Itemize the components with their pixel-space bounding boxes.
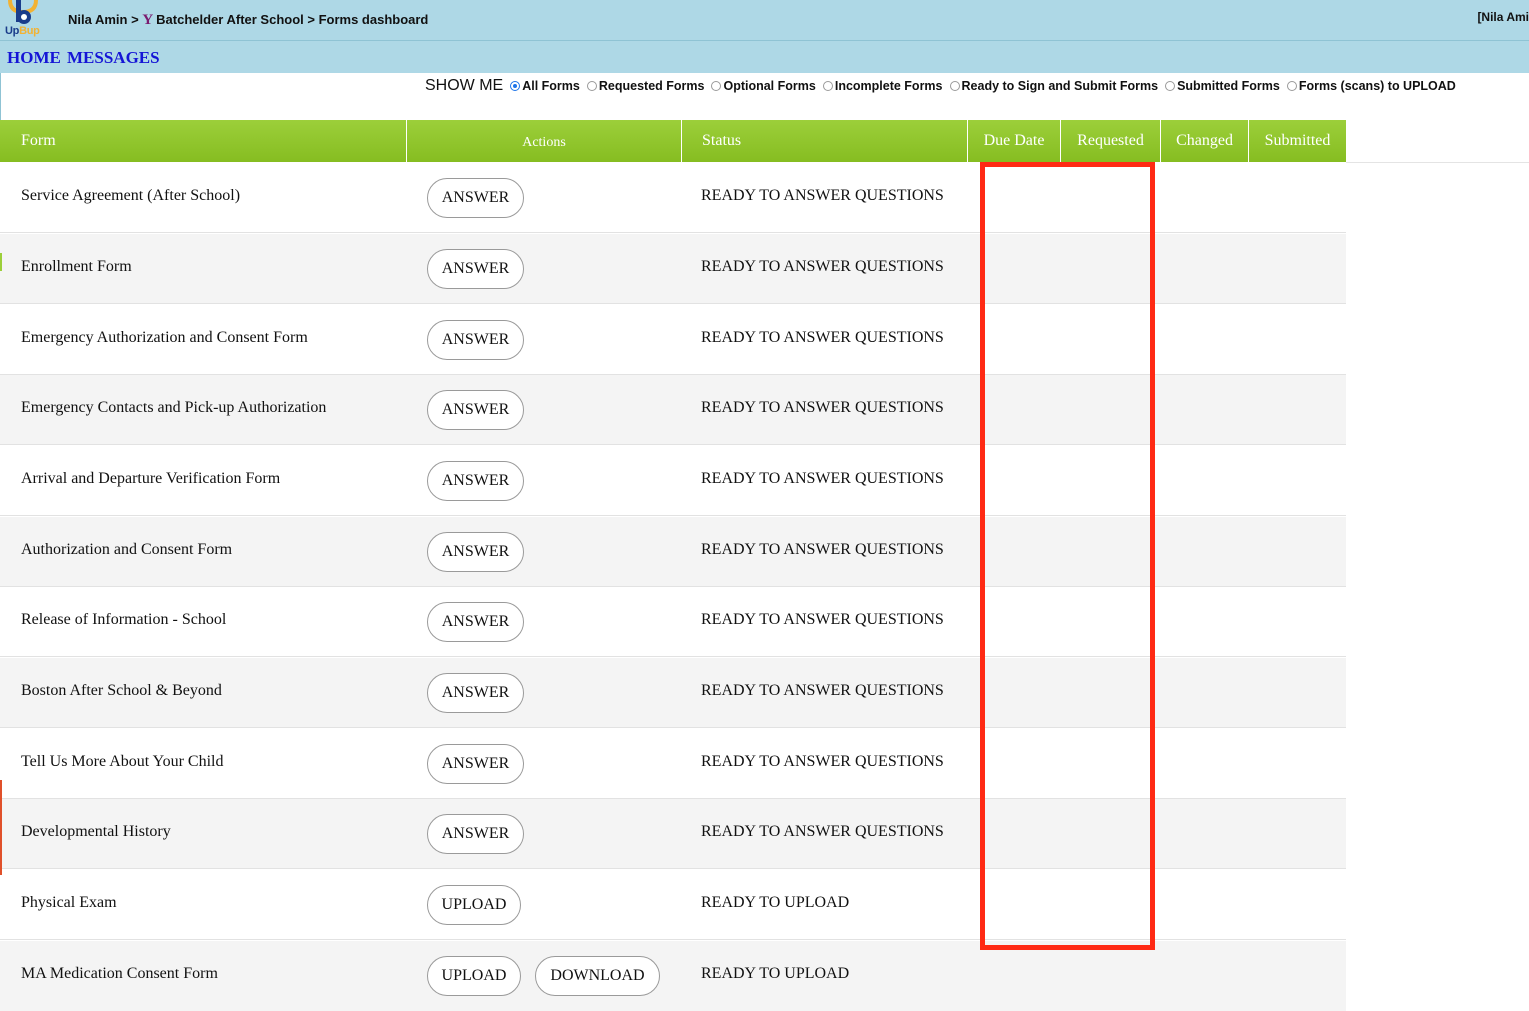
col-header-requested[interactable]: Requested [1060,120,1160,162]
col-header-actions: Actions [406,120,681,162]
download-button[interactable]: DOWNLOAD [535,956,660,996]
user-account-tag[interactable]: [Nila Ami [1477,10,1529,24]
filter-option-label: Submitted Forms [1177,79,1280,93]
answer-button[interactable]: ANSWER [427,602,524,642]
radio-icon[interactable] [822,81,833,91]
answer-button[interactable]: ANSWER [427,744,524,784]
upload-button[interactable]: UPLOAD [427,956,521,996]
filter-optional-forms[interactable]: Optional Forms [711,79,816,93]
col-header-status[interactable]: Status [681,120,967,162]
radio-icon[interactable] [586,81,597,91]
show-me-label: SHOW ME [425,77,504,94]
upload-button[interactable]: UPLOAD [427,885,521,925]
form-status: READY TO ANSWER QUESTIONS [701,399,944,416]
col-header-changed[interactable]: Changed [1160,120,1248,162]
form-status: READY TO ANSWER QUESTIONS [701,258,944,275]
filter-option-label: All Forms [522,79,580,93]
form-name: Tell Us More About Your Child [21,753,224,770]
logo-wordmark: UpBup [5,25,40,37]
radio-icon[interactable] [711,81,722,91]
form-status: READY TO ANSWER QUESTIONS [701,187,944,204]
form-name: Boston After School & Beyond [21,682,222,699]
filter-option-label: Requested Forms [598,79,705,93]
table-header: Form Actions Status Due Date Requested C… [0,120,1346,162]
form-name: Enrollment Form [21,258,132,275]
left-border [0,73,1,120]
filter-incomplete-forms[interactable]: Incomplete Forms [822,79,943,93]
form-status: READY TO UPLOAD [701,894,850,911]
filter-forms-to-upload[interactable]: Forms (scans) to UPLOAD [1286,79,1456,93]
top-bar: UpBup Nila Amin > Y Batchelder After Scho… [0,0,1529,41]
logo-text-bup: Bup [19,25,40,37]
filter-option-label: Optional Forms [723,79,816,93]
col-header-form[interactable]: Form [0,120,406,162]
answer-button[interactable]: ANSWER [427,320,524,360]
nav-home-link[interactable]: HOME [7,48,61,68]
breadcrumb-user[interactable]: Nila Amin > [68,12,139,27]
answer-button[interactable]: ANSWER [427,390,524,430]
answer-button[interactable]: ANSWER [427,461,524,501]
form-name: Developmental History [21,823,171,840]
form-name: MA Medication Consent Form [21,965,218,982]
filter-ready-to-sign[interactable]: Ready to Sign and Submit Forms [949,79,1159,93]
filter-option-label: Forms (scans) to UPLOAD [1298,79,1456,93]
answer-button[interactable]: ANSWER [427,178,524,218]
answer-button[interactable]: ANSWER [427,673,524,713]
header-rule [1346,162,1529,163]
col-header-due-date[interactable]: Due Date [967,120,1060,162]
form-status: READY TO ANSWER QUESTIONS [701,541,944,558]
form-name: Emergency Contacts and Pick-up Authoriza… [21,399,327,416]
form-name: Service Agreement (After School) [21,187,241,204]
upbup-logo[interactable]: UpBup [2,0,46,40]
filter-submitted-forms[interactable]: Submitted Forms [1165,79,1280,93]
table-row: MA Medication Consent Form UPLOAD DOWNLO… [0,941,1346,1011]
ymca-logo-icon: Y [142,12,154,28]
form-status: READY TO UPLOAD [701,965,850,982]
form-name: Authorization and Consent Form [21,541,233,558]
filter-option-label: Incomplete Forms [834,79,943,93]
nav-messages-link[interactable]: MESSAGES [67,48,160,68]
upbup-logo-icon [8,0,38,24]
form-name: Release of Information - School [21,611,227,628]
filter-requested-forms[interactable]: Requested Forms [586,79,705,93]
answer-button[interactable]: ANSWER [427,249,524,289]
form-status: READY TO ANSWER QUESTIONS [701,329,944,346]
nav-bar: HOME MESSAGES [0,41,1529,73]
radio-icon[interactable] [949,81,960,91]
edge-marker [0,253,2,271]
edge-marker [0,780,2,875]
breadcrumb-org[interactable]: Batchelder After School > Forms dashboar… [156,12,428,27]
answer-button[interactable]: ANSWER [427,814,524,854]
form-name: Physical Exam [21,894,117,911]
form-status: READY TO ANSWER QUESTIONS [701,470,944,487]
form-status: READY TO ANSWER QUESTIONS [701,823,944,840]
radio-checked-icon[interactable] [510,81,521,91]
form-status: READY TO ANSWER QUESTIONS [701,611,944,628]
answer-button[interactable]: ANSWER [427,532,524,572]
logo-text-up: Up [5,25,20,37]
col-header-submitted[interactable]: Submitted [1248,120,1346,162]
breadcrumb: Nila Amin > Y Batchelder After School > F… [68,12,428,29]
highlight-annotation [980,162,1155,950]
radio-icon[interactable] [1286,81,1297,91]
form-status: READY TO ANSWER QUESTIONS [701,682,944,699]
filter-option-label: Ready to Sign and Submit Forms [961,79,1159,93]
form-name: Emergency Authorization and Consent Form [21,329,308,346]
form-name: Arrival and Departure Verification Form [21,470,281,487]
radio-icon[interactable] [1165,81,1176,91]
form-status: READY TO ANSWER QUESTIONS [701,753,944,770]
filter-all-forms[interactable]: All Forms [510,79,580,93]
show-me-filter: SHOW ME All Forms Requested Forms Option… [425,76,1463,96]
